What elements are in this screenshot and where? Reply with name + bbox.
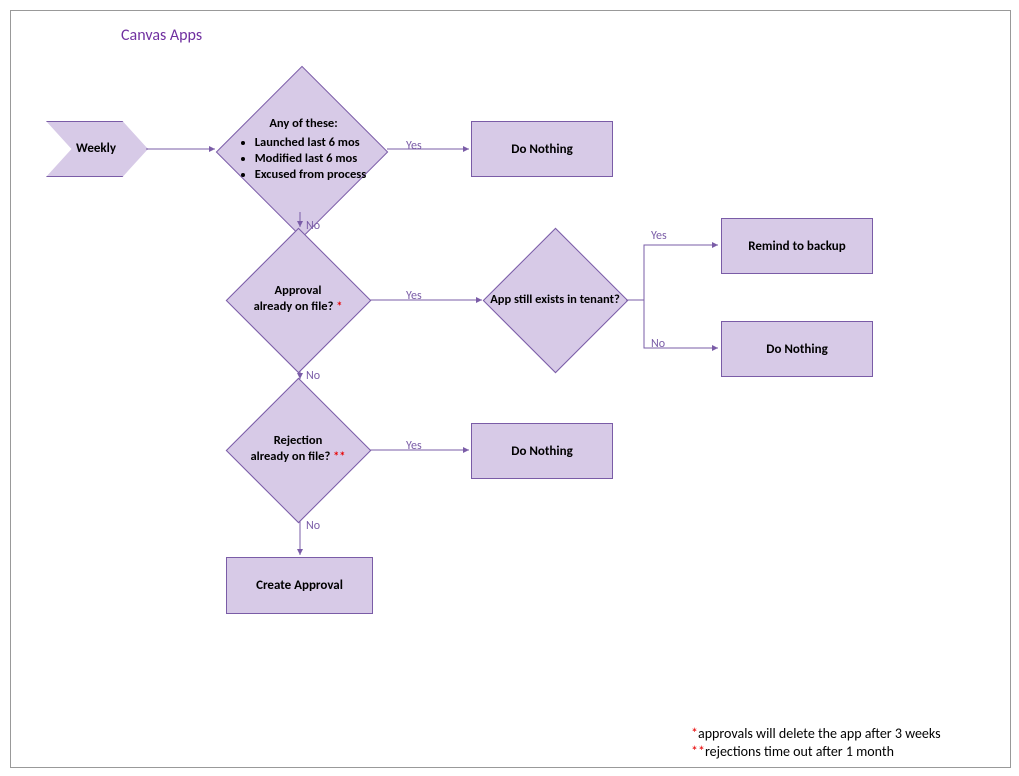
footnote-1: *approvals will delete the app after 3 w… xyxy=(691,725,941,742)
diagram-title: Canvas Apps xyxy=(121,26,202,45)
decision-app-exists-text: App still exists in tenant? xyxy=(465,285,645,315)
d2-line1: Approval xyxy=(275,283,322,298)
start-shape: Weekly xyxy=(46,121,146,175)
footnote-2-mark: ** xyxy=(691,743,705,760)
decision-approval-on-file-text: Approval already on file? * xyxy=(208,279,388,319)
edge-d3-yes: Yes xyxy=(406,439,422,453)
d1-list: Launched last 6 mos Modified last 6 mos … xyxy=(241,135,366,182)
edge-d2-yes: Yes xyxy=(406,289,422,303)
footnote-1-text: approvals will delete the app after 3 we… xyxy=(698,725,941,742)
footnote-2: **rejections time out after 1 month xyxy=(691,743,894,760)
process-remind-to-backup: Remind to backup xyxy=(721,218,873,274)
d3-line2: already on file? xyxy=(250,449,333,464)
process-create-approval: Create Approval xyxy=(226,557,373,614)
edge-d2-no: No xyxy=(306,369,320,383)
edge-d1-no: No xyxy=(306,219,320,233)
d3-mark: ** xyxy=(333,449,345,464)
process-do-nothing-3: Do Nothing xyxy=(471,423,613,479)
process-do-nothing-2: Do Nothing xyxy=(721,321,873,377)
edge-d1-yes: Yes xyxy=(406,139,422,153)
decision-rejection-on-file-text: Rejection already on file? ** xyxy=(208,429,388,469)
edge-d3-no: No xyxy=(306,519,320,533)
d1-item-2: Excused from process xyxy=(255,167,366,183)
process-do-nothing-1: Do Nothing xyxy=(471,121,613,177)
d2-line2: already on file? xyxy=(254,299,337,314)
footnote-1-mark: * xyxy=(691,725,698,742)
start-label: Weekly xyxy=(46,121,146,175)
d3-line1: Rejection xyxy=(274,433,323,448)
footnote-2-text: rejections time out after 1 month xyxy=(705,743,894,760)
d1-item-1: Modified last 6 mos xyxy=(255,151,366,167)
d2-mark: * xyxy=(336,299,342,314)
d1-item-0: Launched last 6 mos xyxy=(255,135,366,151)
diagram-frame: Canvas Apps Weekly Any of these: Launche… xyxy=(10,10,1011,768)
edge-d4-no: No xyxy=(651,337,665,351)
d1-header: Any of these: xyxy=(269,116,337,132)
edge-d4-yes: Yes xyxy=(651,229,667,243)
decision-any-of-these-text: Any of these: Launched last 6 mos Modifi… xyxy=(191,104,416,194)
